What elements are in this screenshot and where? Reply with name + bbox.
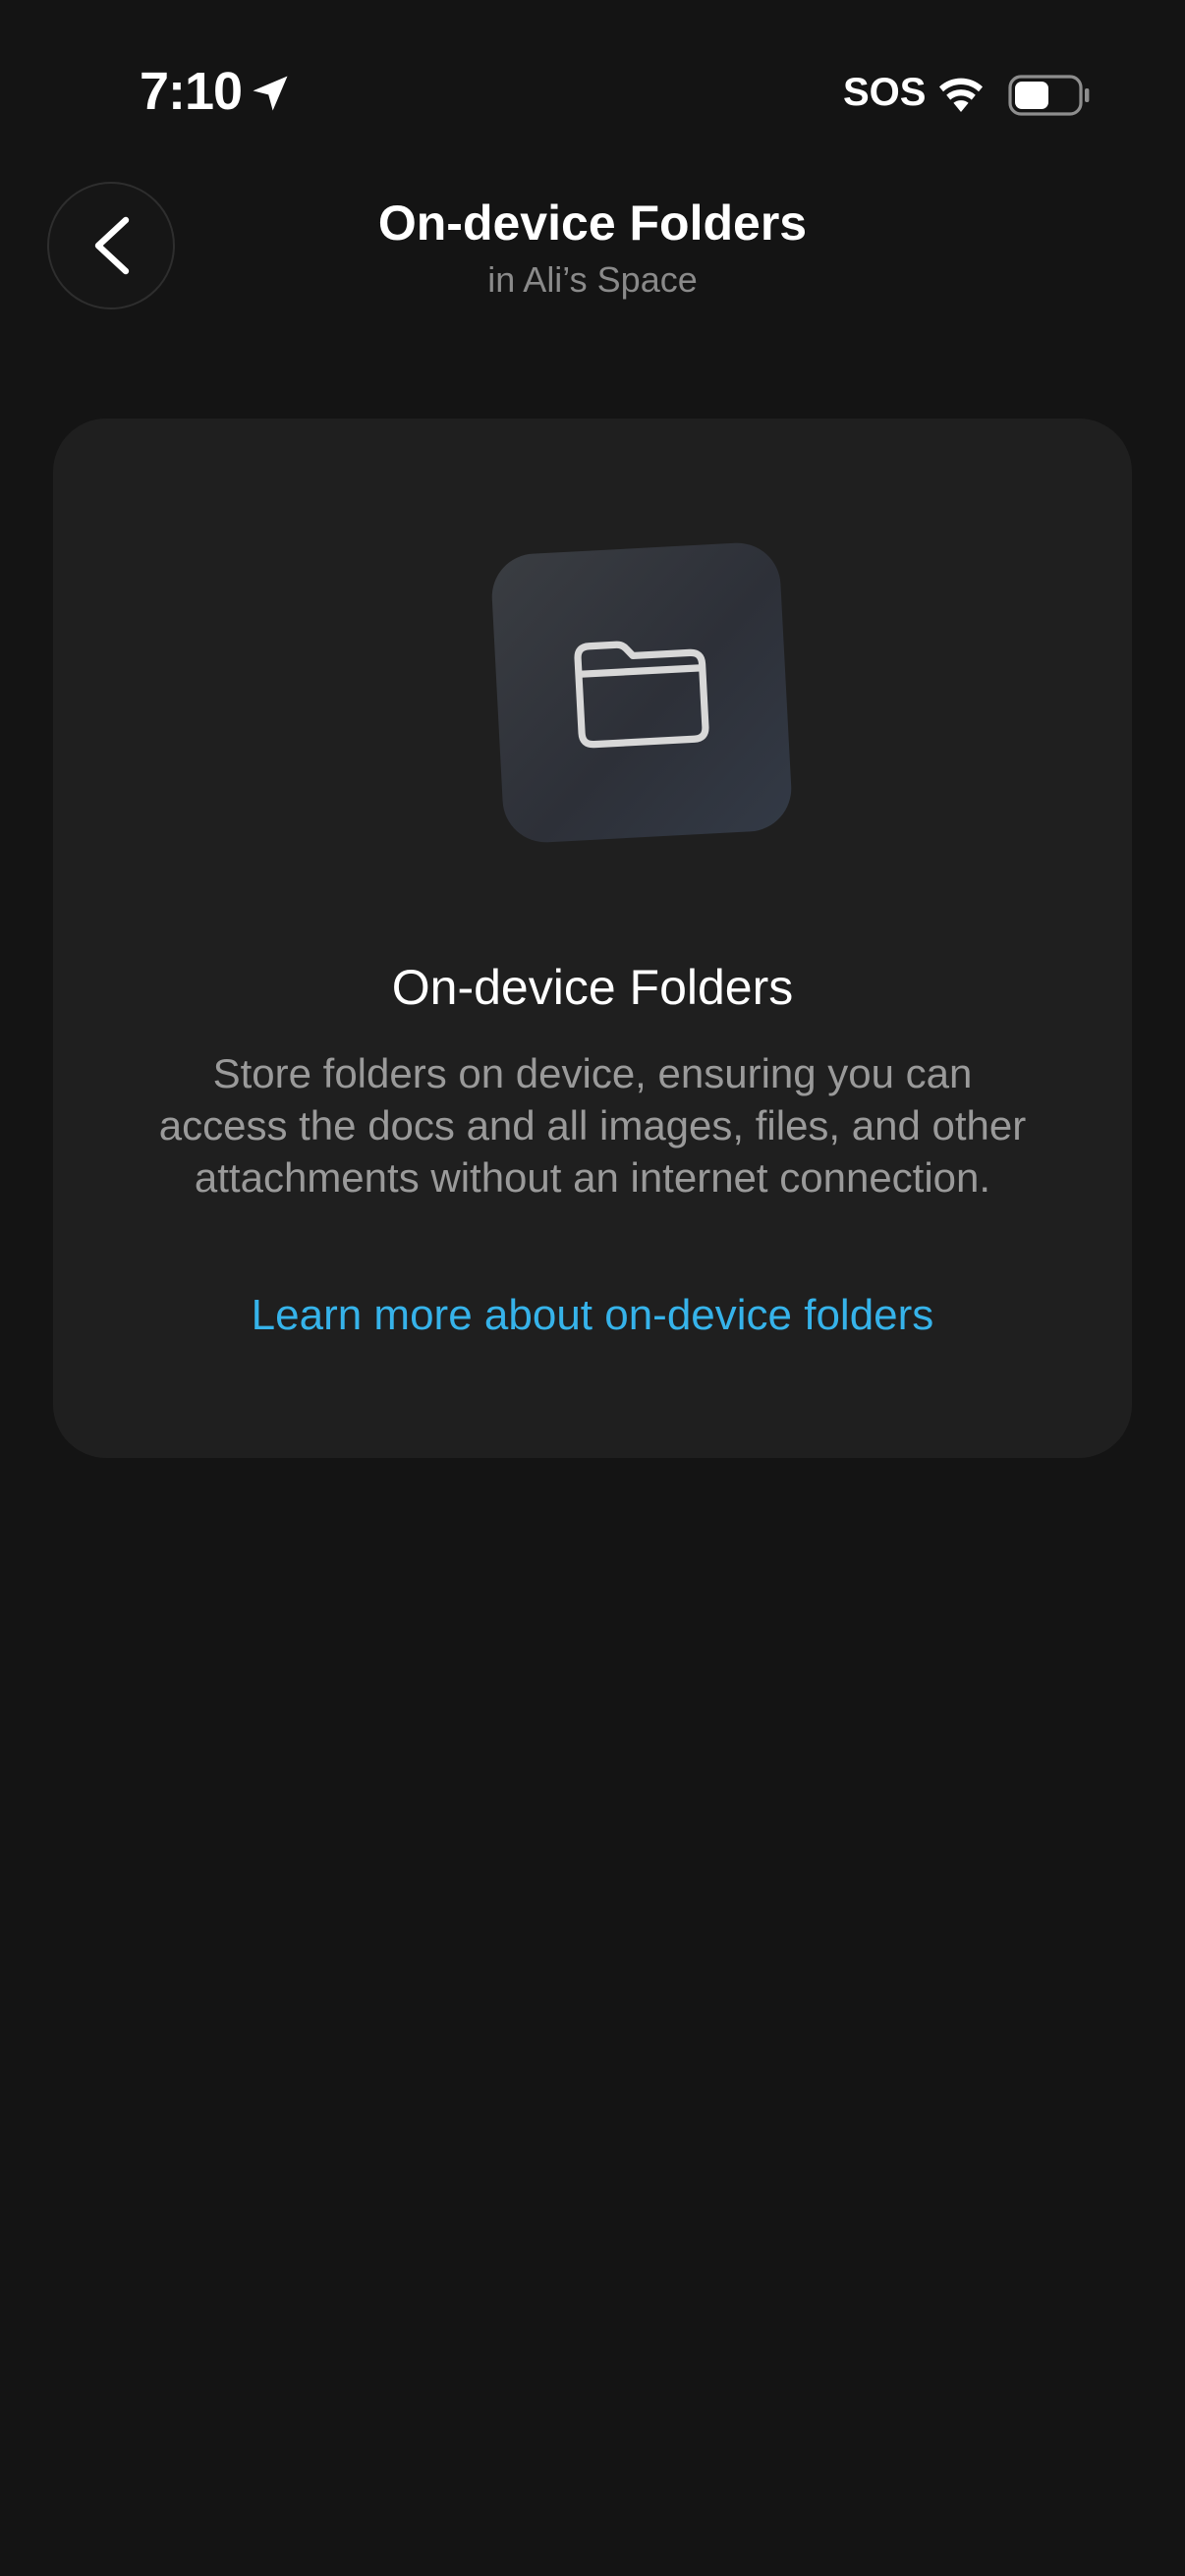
sos-indicator: SOS bbox=[843, 71, 927, 114]
learn-more-link[interactable]: Learn more about on-device folders bbox=[53, 1291, 1132, 1340]
battery-icon bbox=[1008, 75, 1091, 116]
card-description: Store folders on device, ensuring you ca… bbox=[158, 1050, 1027, 1201]
location-arrow-icon bbox=[250, 73, 291, 114]
folder-tile bbox=[489, 540, 794, 845]
card-title: On-device Folders bbox=[391, 960, 794, 1015]
page-subtitle: in Ali’s Space bbox=[487, 259, 698, 300]
status-time: 7:10 bbox=[140, 62, 243, 121]
folder-icon bbox=[574, 641, 709, 749]
status-bar: 7:10 SOS bbox=[0, 0, 1185, 187]
page-title: On-device Folders bbox=[377, 196, 808, 251]
wifi-icon bbox=[935, 75, 987, 114]
info-card: On-device Folders Store folders on devic… bbox=[53, 419, 1132, 1458]
